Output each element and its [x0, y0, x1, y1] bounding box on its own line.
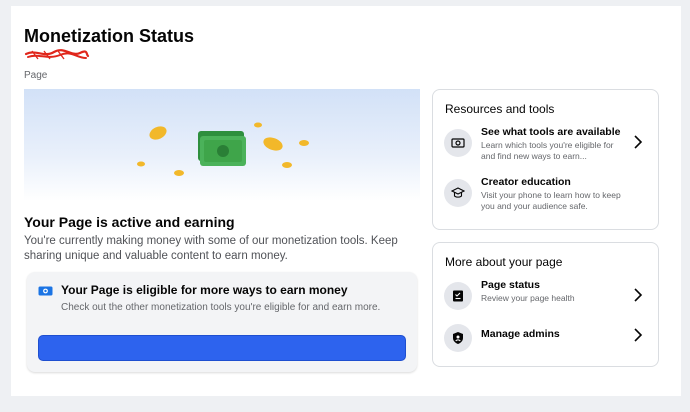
coin-icon — [282, 162, 292, 168]
money-icon — [38, 286, 53, 296]
eligible-description: Check out the other monetization tools y… — [61, 302, 381, 313]
graduation-cap-icon — [444, 179, 472, 207]
item-title: Creator education — [481, 176, 571, 188]
coin-icon — [263, 137, 283, 151]
coin-icon — [149, 126, 167, 140]
resources-card: Resources and tools See what tools are a… — [432, 89, 659, 230]
item-description: Learn which tools you're eligible for an… — [481, 140, 614, 161]
resource-item-creator-education[interactable]: Creator education Visit your phone to le… — [433, 175, 658, 215]
page-title: Monetization Status — [24, 26, 194, 46]
redacted-page-name — [24, 49, 90, 60]
resource-item-tools[interactable]: See what tools are available Learn which… — [433, 125, 658, 165]
status-description: You're currently making money with some … — [24, 235, 398, 262]
item-title: See what tools are available — [481, 126, 621, 138]
hero-illustration — [24, 89, 420, 201]
eligible-card: Your Page is eligible for more ways to e… — [27, 272, 417, 372]
item-description: Review your page health — [481, 293, 575, 303]
more-about-page-card: More about your page Page status Review … — [432, 242, 659, 367]
resources-heading: Resources and tools — [445, 102, 555, 116]
banknote-icon — [198, 131, 246, 166]
page-type-label: Page — [24, 70, 48, 81]
more-item-page-status[interactable]: Page status Review your page health — [433, 278, 658, 318]
more-item-manage-admins[interactable]: Manage admins — [433, 320, 658, 360]
more-heading: More about your page — [445, 255, 563, 269]
explore-tools-button[interactable] — [38, 335, 406, 361]
item-description: Visit your phone to learn how to keep yo… — [481, 190, 621, 211]
item-title: Manage admins — [481, 328, 560, 340]
coin-icon — [137, 161, 145, 167]
coin-icon — [254, 122, 262, 128]
item-title: Page status — [481, 279, 540, 291]
chevron-right-icon — [634, 328, 643, 342]
chevron-right-icon — [634, 135, 643, 149]
shield-icon — [444, 324, 472, 352]
chevron-right-icon — [634, 288, 643, 302]
money-icon — [444, 129, 472, 157]
coin-icon — [174, 170, 184, 176]
eligible-title: Your Page is eligible for more ways to e… — [61, 283, 348, 297]
status-title: Your Page is active and earning — [24, 214, 235, 230]
clipboard-check-icon — [444, 282, 472, 310]
coin-icon — [299, 140, 309, 146]
